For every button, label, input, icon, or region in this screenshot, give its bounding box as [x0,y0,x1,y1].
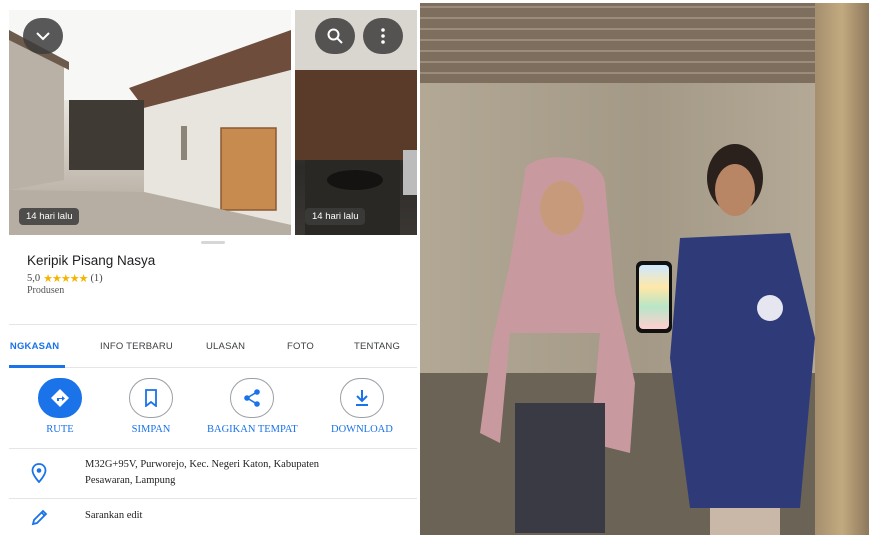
more-options-button[interactable] [363,18,403,54]
phone-screen [639,265,669,329]
handover-photo [420,3,869,535]
place-title: Keripik Pisang Nasya [27,253,156,268]
directions-label: RUTE [46,424,74,435]
share-icon [244,389,261,407]
pencil-icon [31,509,48,526]
maps-place-screen: 14 hari lalu 14 hari lalu Keripik Pisang… [9,10,417,532]
review-count: (1) [90,273,103,284]
place-photo-main[interactable]: 14 hari lalu [9,10,291,235]
woman-in-hijab [480,157,635,533]
brick-wall [420,3,869,83]
search-button[interactable] [315,18,355,54]
place-tabs: RINGKASAN INFO TERBARU ULASAN FOTO TENTA… [9,324,417,368]
download-button[interactable]: DOWNLOAD [331,378,393,435]
save-label: SIMPAN [131,424,171,435]
suggest-edit-row[interactable]: Sarankan edit [9,498,417,532]
search-icon [327,28,343,44]
more-vert-icon [381,28,385,44]
tab-info-terbaru[interactable]: INFO TERBARU [100,341,173,352]
directions-icon [51,389,69,407]
directions-button[interactable]: RUTE [38,378,82,435]
smartphone [636,261,672,333]
sheet-drag-handle[interactable] [201,241,225,244]
place-category: Produsen [27,285,65,296]
tab-ringkasan[interactable]: RINGKASAN [9,341,59,352]
tab-foto[interactable]: FOTO [287,341,314,352]
rating-value: 5,0 [27,273,41,284]
share-place-label: BAGIKAN TEMPAT [207,424,298,435]
collapse-button[interactable] [23,18,63,54]
active-tab-indicator [9,365,65,368]
place-photo-secondary[interactable]: 14 hari lalu [295,10,417,235]
tab-tentang[interactable]: TENTANG [354,341,400,352]
rating-row[interactable]: 5,0 ★★★★★ (1) [27,272,103,285]
address-line-2: Pesawaran, Lampung [85,475,176,486]
photo-age-chip: 14 hari lalu [305,208,366,225]
woman-in-jacket [670,144,815,535]
action-bar: RUTE SIMPAN BAGIKAN TEMPAT DOWNLOAD [9,378,417,448]
download-icon [355,390,368,406]
chevron-down-icon [36,31,50,40]
suggest-edit-label: Sarankan edit [85,510,143,521]
rating-stars: ★★★★★ [43,273,88,285]
address-row[interactable]: M32G+95V, Purworejo, Kec. Negeri Katon, … [9,448,417,498]
download-label: DOWNLOAD [331,424,393,435]
address-line-1: M32G+95V, Purworejo, Kec. Negeri Katon, … [85,459,320,470]
photo-age-chip: 14 hari lalu [19,208,80,225]
bookmark-icon [145,389,157,407]
location-pin-icon [31,463,47,483]
tab-ulasan[interactable]: ULASAN [206,341,245,352]
save-button[interactable]: SIMPAN [129,378,173,435]
share-place-button[interactable]: BAGIKAN TEMPAT [207,378,298,435]
